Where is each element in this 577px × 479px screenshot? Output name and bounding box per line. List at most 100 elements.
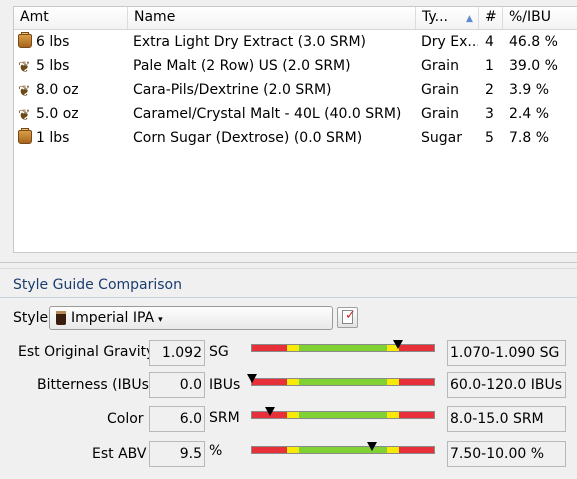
- metric-label: Color: [107, 411, 144, 427]
- amount-text: 1 lbs: [36, 130, 70, 146]
- percent-cell: 46.8 %: [509, 34, 558, 50]
- range-segment: [399, 447, 434, 453]
- section-title: Style Guide Comparison: [13, 277, 182, 293]
- amount-cell: 6 lbs: [18, 30, 128, 54]
- number-cell: 4: [485, 34, 494, 50]
- range-segment: [386, 412, 400, 418]
- table-header: Amt Name Ty... ▲ # %/IBU: [14, 7, 577, 30]
- extract-icon: [18, 128, 32, 144]
- amount-cell: 1 lbs: [18, 126, 128, 150]
- grain-icon: [18, 55, 32, 78]
- amount-text: 6 lbs: [36, 34, 70, 50]
- column-header-amt-label: Amt: [20, 9, 49, 25]
- type-cell: Sugar: [421, 130, 462, 146]
- metric-unit: IBUs: [209, 377, 241, 393]
- range-bar: [251, 378, 435, 386]
- value-marker-icon: [392, 340, 403, 349]
- range-segment: [386, 379, 400, 385]
- divider: [0, 297, 577, 298]
- amount-cell: 5.0 oz: [18, 102, 128, 126]
- name-cell: Pale Malt (2 Row) US (2.0 SRM): [133, 58, 351, 74]
- amount-text: 8.0 oz: [36, 82, 79, 98]
- checkmark-icon: ✓: [345, 308, 356, 323]
- range-segment: [286, 345, 300, 351]
- range-bar: [251, 446, 435, 454]
- ingredients-table: Amt Name Ty... ▲ # %/IBU 6 lbs Extra Ligh…: [13, 6, 577, 253]
- range-segment: [286, 412, 300, 418]
- name-cell: Caramel/Crystal Malt - 40L (40.0 SRM): [133, 106, 402, 122]
- amount-text: 5.0 oz: [36, 106, 79, 122]
- range-segment: [286, 379, 300, 385]
- range-segment: [286, 447, 300, 453]
- beer-glass-icon: [56, 311, 66, 325]
- range-segment: [299, 379, 387, 385]
- style-label: Style: [13, 310, 49, 326]
- column-header-type[interactable]: Ty... ▲: [416, 7, 479, 29]
- grain-icon: [18, 103, 32, 126]
- range-bar: [251, 344, 435, 352]
- type-cell: Dry Ex...: [421, 34, 478, 50]
- amount-text: 5 lbs: [36, 58, 70, 74]
- type-cell: Grain: [421, 58, 459, 74]
- metric-label: Est ABV: [92, 446, 147, 462]
- range-segment: [386, 447, 400, 453]
- range-segment: [299, 345, 387, 351]
- range-segment: [399, 379, 434, 385]
- range-segment: [252, 447, 287, 453]
- style-dropdown-value: Imperial IPA: [71, 310, 155, 326]
- metric-range: 60.0-120.0 IBUs: [447, 372, 566, 398]
- extract-icon: [18, 32, 32, 48]
- sort-ascending-icon: ▲: [466, 14, 473, 24]
- metric-value: 9.5: [149, 441, 205, 467]
- column-header-amt[interactable]: Amt: [14, 7, 128, 29]
- number-cell: 5: [485, 130, 494, 146]
- grain-icon: [18, 79, 32, 102]
- name-cell: Corn Sugar (Dextrose) (0.0 SRM): [133, 130, 363, 146]
- metric-range: 7.50-10.00 %: [447, 441, 566, 467]
- percent-cell: 3.9 %: [509, 82, 550, 98]
- range-segment: [399, 412, 434, 418]
- metric-unit: SG: [209, 344, 229, 360]
- number-cell: 2: [485, 82, 494, 98]
- table-row[interactable]: 5 lbs Pale Malt (2 Row) US (2.0 SRM) Gra…: [14, 54, 577, 78]
- percent-cell: 2.4 %: [509, 106, 550, 122]
- number-cell: 3: [485, 106, 494, 122]
- metric-range: 8.0-15.0 SRM: [447, 406, 566, 432]
- table-row[interactable]: 8.0 oz Cara-Pils/Dextrine (2.0 SRM) Grai…: [14, 78, 577, 102]
- type-cell: Grain: [421, 106, 459, 122]
- metric-label: Bitterness (IBUs): [37, 377, 155, 393]
- value-marker-icon: [265, 407, 276, 416]
- splitter[interactable]: [0, 262, 577, 263]
- column-header-name[interactable]: Name: [128, 7, 416, 29]
- range-segment: [299, 412, 387, 418]
- percent-cell: 7.8 %: [509, 130, 550, 146]
- metric-range: 1.070-1.090 SG: [447, 340, 566, 366]
- metric-unit: SRM: [209, 410, 240, 426]
- column-header-ibu[interactable]: %/IBU: [503, 7, 577, 29]
- number-cell: 1: [485, 58, 494, 74]
- divider: [0, 268, 577, 269]
- amount-cell: 8.0 oz: [18, 78, 128, 102]
- column-header-type-label: Ty...: [422, 9, 449, 25]
- name-cell: Cara-Pils/Dextrine (2.0 SRM): [133, 82, 332, 98]
- table-row[interactable]: 5.0 oz Caramel/Crystal Malt - 40L (40.0 …: [14, 102, 577, 126]
- style-dropdown[interactable]: Imperial IPA ▾: [49, 306, 333, 330]
- style-guide-checklist-button[interactable]: ✓: [337, 307, 358, 328]
- range-segment: [252, 345, 287, 351]
- metric-value: 6.0: [149, 406, 205, 432]
- table-row[interactable]: 6 lbs Extra Light Dry Extract (3.0 SRM) …: [14, 30, 577, 54]
- metric-unit: %: [209, 443, 223, 459]
- range-segment: [252, 379, 287, 385]
- range-segment: [399, 345, 434, 351]
- amount-cell: 5 lbs: [18, 54, 128, 78]
- chevron-down-icon: ▾: [158, 315, 163, 325]
- value-marker-icon: [367, 442, 378, 451]
- percent-cell: 39.0 %: [509, 58, 558, 74]
- column-header-number-label: #: [485, 9, 497, 25]
- value-marker-icon: [247, 374, 257, 383]
- column-header-name-label: Name: [134, 9, 176, 25]
- table-row[interactable]: 1 lbs Corn Sugar (Dextrose) (0.0 SRM) Su…: [14, 126, 577, 150]
- column-header-number[interactable]: #: [479, 7, 503, 29]
- type-cell: Grain: [421, 82, 459, 98]
- column-header-ibu-label: %/IBU: [509, 9, 551, 25]
